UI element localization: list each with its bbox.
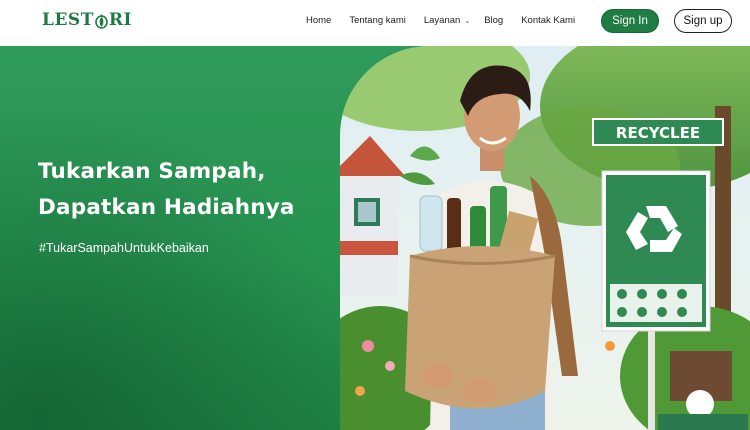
nav-home-label: Home xyxy=(306,15,332,26)
nav-about-label: Tentang kami xyxy=(349,15,406,26)
sign-text: RECYCLEE xyxy=(616,124,700,142)
hero-illustration: RECYCLEE xyxy=(340,46,750,430)
nav-contact-label: Kontak Kami xyxy=(521,15,576,26)
nav-services-label: Layanan xyxy=(423,15,461,26)
leaf-logo-icon xyxy=(95,14,108,29)
nav-blog[interactable]: Blog xyxy=(484,15,503,26)
nav-about[interactable]: Tentang kami xyxy=(349,15,406,26)
hero-title-line2: Dapatkan Hadiahnya xyxy=(38,195,295,220)
hero-title: Tukarkan Sampah, Dapatkan Hadiahnya xyxy=(38,154,295,226)
sign-up-button[interactable]: Sign up xyxy=(674,9,732,33)
nav-contact[interactable]: Kontak Kami xyxy=(521,15,575,26)
hero-hashtag: #TukarSampahUntukKebaikan xyxy=(39,241,209,255)
nav-services[interactable]: Layanan ⌄ xyxy=(424,15,470,26)
nav-blog-label: Blog xyxy=(484,15,504,26)
main-nav: Home Tentang kami Layanan ⌄ Blog Kontak … xyxy=(306,15,593,26)
hero-title-line1: Tukarkan Sampah, xyxy=(38,159,266,184)
sign-in-button[interactable]: Sign In xyxy=(601,9,659,33)
logo-text-left: LEST xyxy=(42,10,94,30)
chevron-down-icon: ⌄ xyxy=(464,17,471,25)
logo[interactable]: LEST RI xyxy=(42,10,132,30)
hero-image: RECYCLEE xyxy=(340,46,750,430)
nav-home[interactable]: Home xyxy=(306,15,331,26)
site-header: LEST RI Home Tentang kami Layanan ⌄ Blog… xyxy=(0,0,750,46)
hero-section: Tukarkan Sampah, Dapatkan Hadiahnya #Tuk… xyxy=(0,46,750,430)
logo-text-right: RI xyxy=(108,10,132,30)
